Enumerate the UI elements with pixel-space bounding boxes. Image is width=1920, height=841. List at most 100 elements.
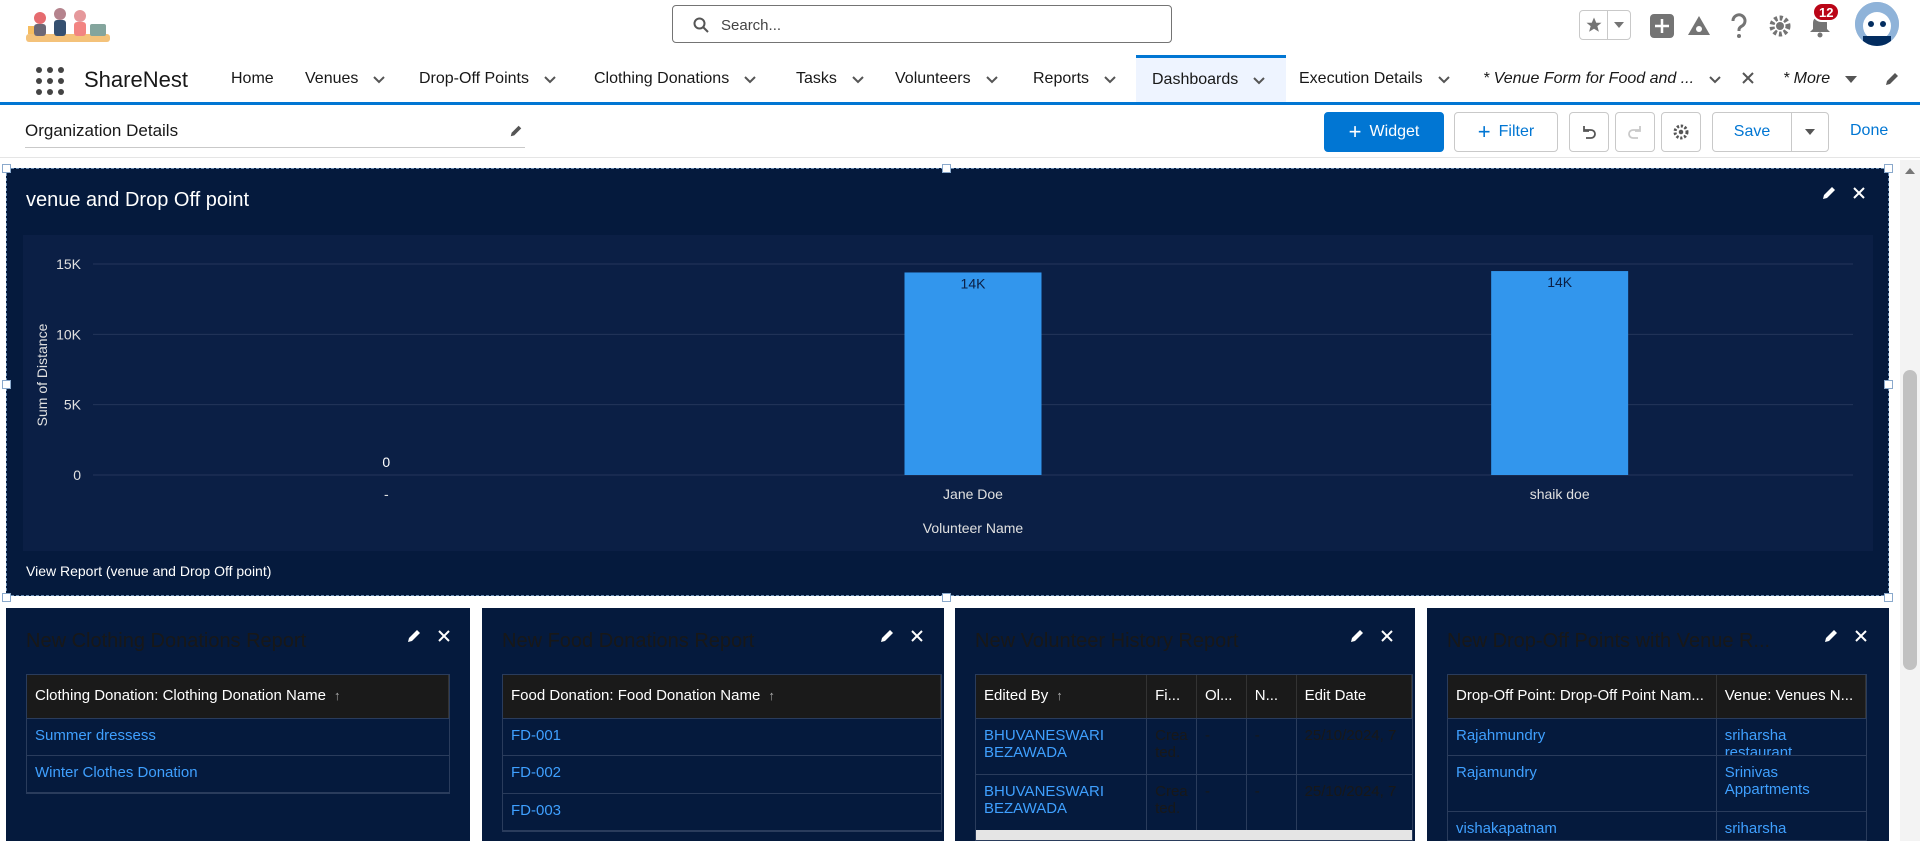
edit-pencil-icon[interactable] <box>406 628 422 644</box>
volunteer-history-widget[interactable]: New Volunteer History Report Edited By ↑ … <box>955 608 1415 841</box>
caret-down-icon[interactable] <box>1844 72 1858 86</box>
chevron-down-icon[interactable] <box>985 72 999 86</box>
nav-item-tasks[interactable]: Tasks <box>796 55 865 102</box>
chevron-down-icon[interactable] <box>1252 73 1266 87</box>
close-icon[interactable] <box>1851 185 1867 201</box>
chevron-down-icon[interactable] <box>1437 72 1451 86</box>
chevron-down-icon[interactable] <box>743 72 757 86</box>
scrollbar-thumb[interactable] <box>1903 370 1917 670</box>
record-link[interactable]: BHUVANESWARI BEZAWADA <box>976 719 1148 774</box>
record-link[interactable]: Srinivas Appartments <box>1717 756 1866 811</box>
record-link[interactable]: Rajamundry <box>1448 756 1717 811</box>
nav-item-more[interactable]: * More <box>1783 55 1858 102</box>
column-header[interactable]: Edited By ↑ <box>976 675 1148 718</box>
edit-pencil-icon[interactable] <box>1823 628 1839 644</box>
global-search[interactable]: Search... <box>672 5 1172 43</box>
redo-button[interactable] <box>1615 112 1655 152</box>
properties-button[interactable] <box>1661 112 1701 152</box>
setup-gear-icon[interactable] <box>1766 12 1794 40</box>
add-filter-button[interactable]: + Filter <box>1454 112 1558 152</box>
help-icon[interactable] <box>1725 12 1753 40</box>
column-header[interactable]: Drop-Off Point: Drop-Off Point Nam... <box>1448 675 1717 718</box>
report-table: Food Donation: Food Donation Name ↑ FD-00… <box>502 674 942 832</box>
food-donations-widget[interactable]: New Food Donations Report Food Donation:… <box>482 608 944 841</box>
nav-item-home[interactable]: Home <box>231 55 274 102</box>
resize-handle[interactable] <box>1884 164 1893 173</box>
app-launcher-icon[interactable] <box>36 67 64 95</box>
record-link[interactable]: FD-003 <box>503 794 569 830</box>
edit-pencil-icon[interactable] <box>1821 185 1837 201</box>
user-avatar[interactable] <box>1855 2 1899 46</box>
nav-tab-venue-form[interactable]: * Venue Form for Food and ... <box>1483 55 1722 102</box>
view-report-link[interactable]: View Report (venue and Drop Off point) <box>26 563 271 579</box>
add-widget-button[interactable]: + Widget <box>1324 112 1444 152</box>
record-link[interactable]: Summer dressess <box>27 719 164 755</box>
chart-widget[interactable]: venue and Drop Off point 0 5K 10K 15K Sum of… <box>6 168 1889 596</box>
resize-handle[interactable] <box>2 380 11 389</box>
chevron-down-icon[interactable] <box>1708 72 1722 86</box>
plus-icon: + <box>1348 119 1362 144</box>
record-link[interactable]: Rajahmundry <box>1448 719 1717 755</box>
nav-item-reports[interactable]: Reports <box>1033 55 1117 102</box>
resize-handle[interactable] <box>1884 380 1893 389</box>
data-label: 14K <box>1547 274 1573 290</box>
table-row: FD-002 <box>503 756 941 794</box>
save-options-dropdown[interactable] <box>1791 112 1829 152</box>
column-header[interactable]: N... <box>1247 675 1297 718</box>
dashboard-name-field[interactable]: Organization Details <box>25 118 525 148</box>
record-link[interactable]: vishakapatnam <box>1448 812 1717 840</box>
drop-off-points-widget[interactable]: New Drop-Off Points with Venue R... Drop… <box>1427 608 1889 841</box>
chevron-down-icon[interactable] <box>372 72 386 86</box>
edit-pencil-icon[interactable] <box>879 628 895 644</box>
close-icon[interactable] <box>1379 628 1395 644</box>
record-link[interactable]: FD-001 <box>503 719 569 755</box>
undo-button[interactable] <box>1569 112 1609 152</box>
sort-ascending-icon: ↑ <box>1056 688 1063 703</box>
horizontal-scrollbar[interactable] <box>976 830 1412 840</box>
nav-item-venues[interactable]: Venues <box>305 55 386 102</box>
close-icon[interactable] <box>909 628 925 644</box>
favorites-star-icon[interactable] <box>1580 11 1608 39</box>
edit-pencil-icon[interactable] <box>1349 628 1365 644</box>
trailhead-icon[interactable] <box>1685 12 1713 40</box>
record-link[interactable]: sriharsha restaurant <box>1717 719 1866 755</box>
resize-handle[interactable] <box>2 593 11 602</box>
resize-handle[interactable] <box>942 164 951 173</box>
nav-item-clothing-donations[interactable]: Clothing Donations <box>594 55 757 102</box>
column-header[interactable]: Ol... <box>1197 675 1247 718</box>
scroll-up-arrow-icon[interactable] <box>1904 166 1916 176</box>
resize-handle[interactable] <box>942 593 951 602</box>
nav-item-execution-details[interactable]: Execution Details <box>1299 55 1451 102</box>
column-header[interactable]: Edit Date <box>1297 675 1412 718</box>
favorites-dropdown-icon[interactable] <box>1608 11 1630 39</box>
nav-item-dashboards[interactable]: Dashboards <box>1136 55 1287 102</box>
column-header[interactable]: Fi... <box>1147 675 1197 718</box>
chevron-down-icon[interactable] <box>1103 72 1117 86</box>
resize-handle[interactable] <box>1884 593 1893 602</box>
chevron-down-icon[interactable] <box>543 72 557 86</box>
column-header[interactable]: Food Donation: Food Donation Name ↑ <box>503 675 941 718</box>
table-cell: Crea ted. <box>1147 775 1197 830</box>
save-button[interactable]: Save <box>1712 112 1792 152</box>
edit-nav-pencil-icon[interactable] <box>1884 71 1900 87</box>
chevron-down-icon[interactable] <box>851 72 865 86</box>
column-header[interactable]: Venue: Venues N... <box>1717 675 1866 718</box>
edit-pencil-icon[interactable] <box>509 124 523 138</box>
org-logo[interactable] <box>22 4 114 46</box>
nav-item-drop-off-points[interactable]: Drop-Off Points <box>419 55 557 102</box>
column-header[interactable]: Clothing Donation: Clothing Donation Nam… <box>27 675 449 718</box>
record-link[interactable]: sriharsha restaurant <box>1717 812 1866 840</box>
close-icon[interactable] <box>1853 628 1869 644</box>
record-link[interactable]: Winter Clothes Donation <box>27 756 206 792</box>
clothing-donations-widget[interactable]: New Clothing Donations Report Clothing D… <box>6 608 470 841</box>
nav-item-volunteers[interactable]: Volunteers <box>895 55 999 102</box>
resize-handle[interactable] <box>2 164 11 173</box>
favorites-group[interactable] <box>1579 10 1631 40</box>
close-tab-icon[interactable] <box>1740 70 1756 86</box>
global-actions-add-icon[interactable] <box>1648 12 1676 40</box>
done-button[interactable]: Done <box>1850 122 1888 140</box>
record-link[interactable]: BHUVANESWARI BEZAWADA <box>976 775 1148 830</box>
record-link[interactable]: FD-002 <box>503 756 569 793</box>
close-icon[interactable] <box>436 628 452 644</box>
dashboard-editor-toolbar: Organization Details + Widget + Filter Sav… <box>0 108 1920 158</box>
